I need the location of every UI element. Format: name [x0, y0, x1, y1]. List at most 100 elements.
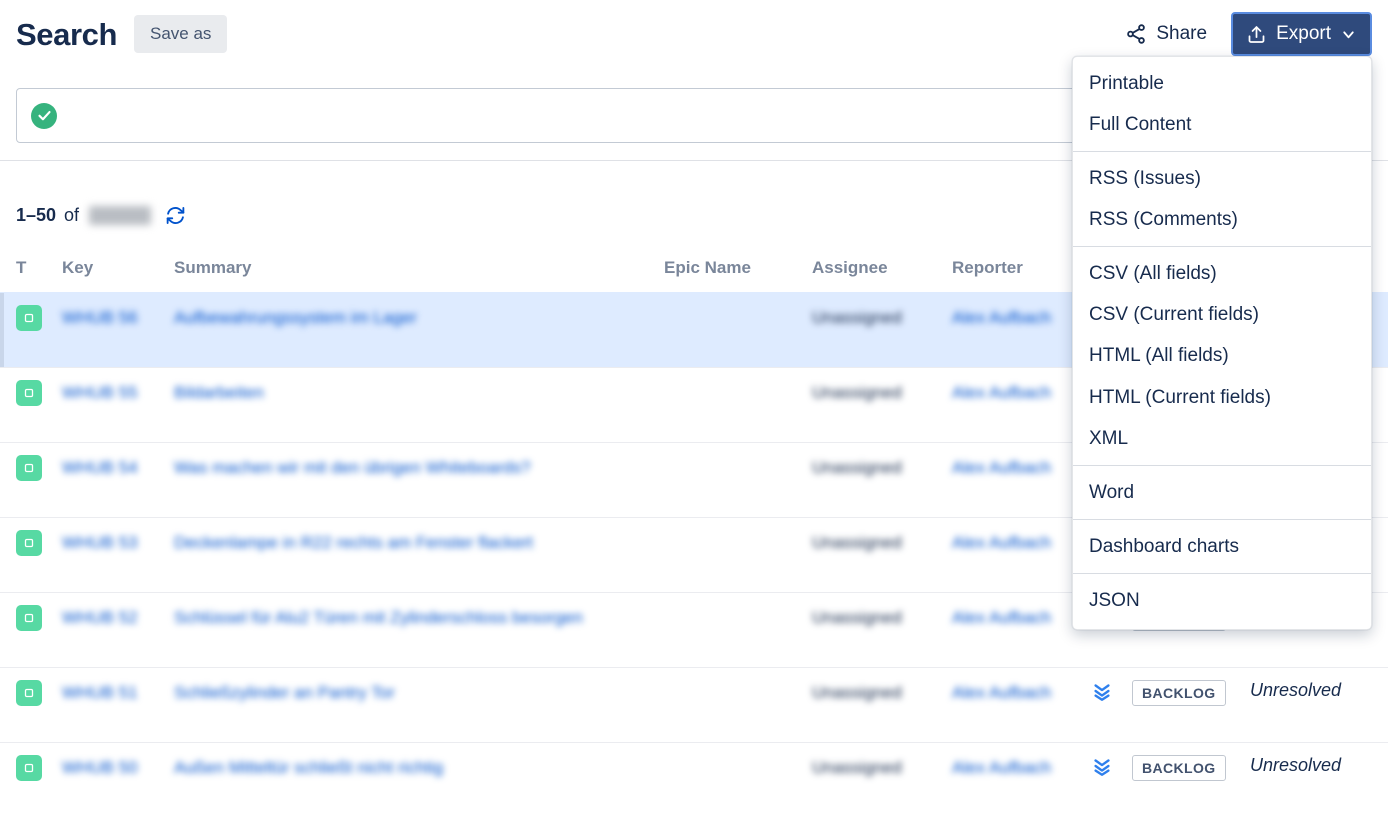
cell-key[interactable]: WHUB 56: [62, 305, 174, 331]
cell-key[interactable]: WHUB 52: [62, 605, 174, 631]
cell-key[interactable]: WHUB 50: [62, 755, 174, 781]
reporter-link[interactable]: Alex Aufbach: [952, 308, 1051, 327]
issue-summary-link[interactable]: Außen Mitteltür schließt nicht richtig: [174, 755, 664, 781]
cell-assignee: Unassigned: [812, 530, 952, 556]
cell-reporter[interactable]: Alex Aufbach: [952, 680, 1072, 706]
export-menu-item[interactable]: CSV (Current fields): [1073, 294, 1371, 335]
menu-separator: [1073, 464, 1371, 466]
upload-box-icon: [1246, 24, 1267, 45]
export-menu-item[interactable]: JSON: [1073, 580, 1371, 621]
export-menu-item[interactable]: RSS (Comments): [1073, 199, 1371, 240]
cell-reporter[interactable]: Alex Aufbach: [952, 455, 1072, 481]
cell-assignee: Unassigned: [812, 380, 952, 406]
reporter-link[interactable]: Alex Aufbach: [952, 383, 1051, 402]
reporter-link[interactable]: Alex Aufbach: [952, 758, 1051, 777]
reporter-link[interactable]: Alex Aufbach: [952, 683, 1051, 702]
issue-summary-link[interactable]: Deckenlampe in R22 rechts am Fenster fla…: [174, 530, 664, 556]
priority-lowest-icon[interactable]: [1091, 680, 1113, 702]
cell-issue-type: [16, 755, 62, 781]
story-icon: [16, 380, 42, 406]
table-row[interactable]: WHUB 50 Außen Mitteltür schließt nicht ri…: [0, 742, 1388, 817]
column-header-summary[interactable]: Summary: [174, 258, 664, 278]
cell-reporter[interactable]: Alex Aufbach: [952, 530, 1072, 556]
priority-lowest-icon[interactable]: [1091, 755, 1113, 777]
cell-issue-type: [16, 605, 62, 631]
issue-key-link[interactable]: WHUB 50: [62, 758, 138, 777]
cell-summary[interactable]: Aufbewahrungssystem im Lager: [174, 305, 664, 331]
story-icon: [16, 680, 42, 706]
export-menu-item[interactable]: HTML (All fields): [1073, 335, 1371, 376]
export-menu-item[interactable]: RSS (Issues): [1073, 158, 1371, 199]
cell-summary[interactable]: Schließzylinder an Pantry Tor: [174, 680, 664, 706]
export-menu-item[interactable]: XML: [1073, 418, 1371, 459]
assignee-value: Unassigned: [812, 608, 902, 627]
menu-separator: [1073, 246, 1371, 248]
cell-summary[interactable]: Schlüssel für Alu2 Türen mit Zylindersch…: [174, 605, 664, 631]
cell-summary[interactable]: Deckenlampe in R22 rechts am Fenster fla…: [174, 530, 664, 556]
cell-key[interactable]: WHUB 53: [62, 530, 174, 556]
column-header-reporter[interactable]: Reporter: [952, 258, 1072, 278]
export-menu-item[interactable]: Word: [1073, 472, 1371, 513]
issue-key-link[interactable]: WHUB 52: [62, 608, 138, 627]
export-menu-item[interactable]: CSV (All fields): [1073, 253, 1371, 294]
cell-key[interactable]: WHUB 51: [62, 680, 174, 706]
results-range: 1–50: [16, 205, 57, 225]
table-row[interactable]: WHUB 51 Schließzylinder an Pantry Tor Unas…: [0, 667, 1388, 742]
reporter-link[interactable]: Alex Aufbach: [952, 608, 1051, 627]
issue-key-link[interactable]: WHUB 51: [62, 683, 138, 702]
cell-reporter[interactable]: Alex Aufbach: [952, 755, 1072, 781]
search-page: Search Save as Share Export 1–50 of T Ke…: [0, 0, 1388, 817]
cell-key[interactable]: WHUB 55: [62, 380, 174, 406]
story-icon: [16, 305, 42, 331]
cell-summary[interactable]: Außen Mitteltür schließt nicht richtig: [174, 755, 664, 781]
column-header-epic-name[interactable]: Epic Name: [664, 258, 812, 278]
column-header-assignee[interactable]: Assignee: [812, 258, 952, 278]
cell-reporter[interactable]: Alex Aufbach: [952, 605, 1072, 631]
export-menu-item[interactable]: HTML (Current fields): [1073, 377, 1371, 418]
reporter-link[interactable]: Alex Aufbach: [952, 533, 1051, 552]
assignee-value: Unassigned: [812, 458, 902, 477]
issue-key-link[interactable]: WHUB 54: [62, 458, 138, 477]
issue-key-link[interactable]: WHUB 56: [62, 308, 138, 327]
cell-assignee: Unassigned: [812, 455, 952, 481]
cell-assignee: Unassigned: [812, 680, 952, 706]
save-as-button[interactable]: Save as: [134, 15, 228, 53]
refresh-icon[interactable]: [165, 205, 186, 226]
export-menu-item[interactable]: Dashboard charts: [1073, 526, 1371, 567]
cell-key[interactable]: WHUB 54: [62, 455, 174, 481]
cell-summary[interactable]: Bildarbeiten: [174, 380, 664, 406]
green-check-circle-icon: [31, 102, 57, 129]
resolution-value: Unresolved: [1250, 755, 1342, 775]
menu-separator: [1073, 151, 1371, 153]
cell-issue-type: [16, 680, 62, 706]
issue-summary-link[interactable]: Schlüssel für Alu2 Türen mit Zylindersch…: [174, 605, 664, 631]
column-header-key[interactable]: Key: [62, 258, 174, 278]
assignee-value: Unassigned: [812, 308, 902, 327]
cell-reporter[interactable]: Alex Aufbach: [952, 380, 1072, 406]
cell-priority: [1072, 680, 1132, 702]
share-button[interactable]: Share: [1115, 15, 1217, 53]
issue-summary-link[interactable]: Was machen wir mit den übrigen Whiteboar…: [174, 455, 664, 481]
export-dropdown-menu[interactable]: Printable Full Content RSS (Issues) RSS (Co…: [1072, 56, 1372, 630]
export-label: Export: [1276, 23, 1331, 44]
chevron-down-icon: [1340, 26, 1357, 43]
assignee-value: Unassigned: [812, 758, 902, 777]
issue-key-link[interactable]: WHUB 53: [62, 533, 138, 552]
results-count: 1–50 of: [16, 205, 186, 226]
cell-resolution: Unresolved: [1250, 755, 1372, 776]
share-label: Share: [1156, 23, 1208, 44]
reporter-link[interactable]: Alex Aufbach: [952, 458, 1051, 477]
status-badge[interactable]: BACKLOG: [1132, 755, 1226, 781]
cell-summary[interactable]: Was machen wir mit den übrigen Whiteboar…: [174, 455, 664, 481]
cell-reporter[interactable]: Alex Aufbach: [952, 305, 1072, 331]
issue-summary-link[interactable]: Schließzylinder an Pantry Tor: [174, 680, 664, 706]
status-badge[interactable]: BACKLOG: [1132, 680, 1226, 706]
column-header-type[interactable]: T: [16, 258, 62, 278]
issue-key-link[interactable]: WHUB 55: [62, 383, 138, 402]
issue-summary-link[interactable]: Aufbewahrungssystem im Lager: [174, 305, 664, 331]
export-button[interactable]: Export: [1231, 12, 1372, 56]
export-menu-item[interactable]: Printable: [1073, 63, 1371, 104]
issue-summary-link[interactable]: Bildarbeiten: [174, 380, 664, 406]
export-menu-item[interactable]: Full Content: [1073, 104, 1371, 145]
cell-issue-type: [16, 305, 62, 331]
